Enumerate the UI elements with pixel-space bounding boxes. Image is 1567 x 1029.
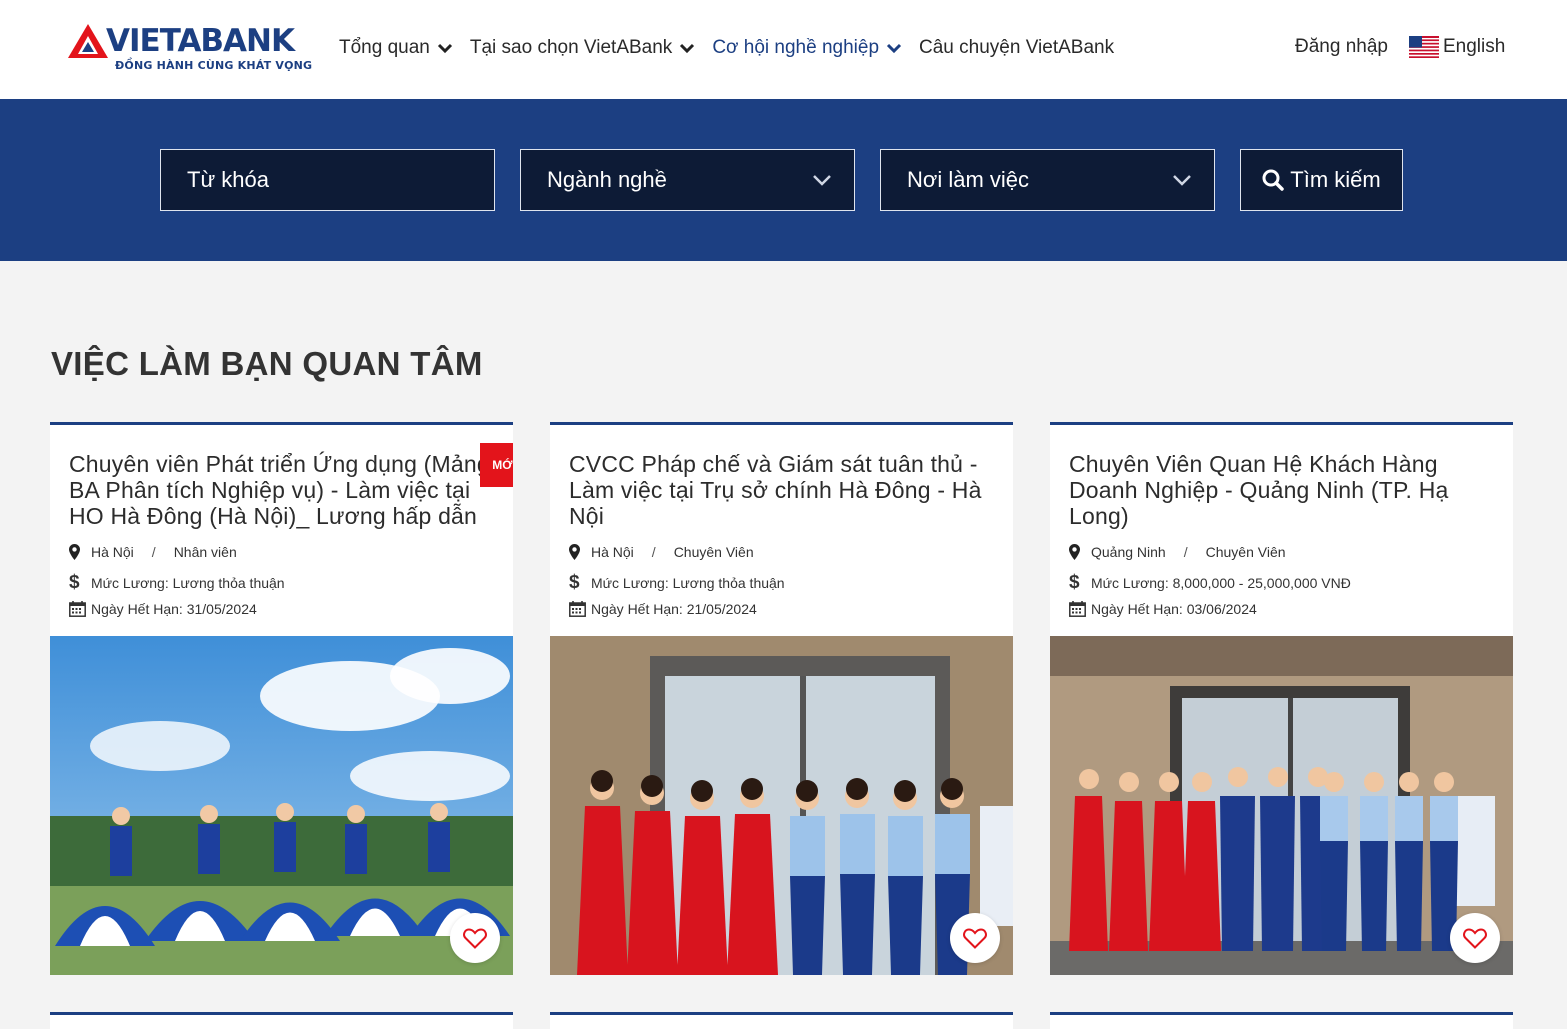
search-button-label: Tìm kiếm [1290, 167, 1381, 192]
map-pin-icon [569, 544, 580, 560]
job-card[interactable]: Chuyên Viên Quan Hệ Khách Hàng Doanh Ngh… [1050, 422, 1513, 975]
calendar-icon [1069, 601, 1086, 617]
job-location: Hà Nội [591, 544, 634, 560]
site-header: VIETABANK ĐỒNG HÀNH CÙNG KHÁT VỌNG Tổng … [0, 0, 1567, 99]
job-deadline-row: Ngày Hết Hạn: 03/06/2024 [1069, 601, 1257, 617]
job-title[interactable]: Chuyên Viên Quan Hệ Khách Hàng Doanh Ngh… [1069, 451, 1499, 529]
job-title[interactable]: Chuyên viên Phát triển Ứng dụng (Mảng BA… [69, 451, 499, 529]
job-photo-illustration [550, 636, 1013, 975]
nav-item-career-opportunities[interactable]: Cơ hội nghề nghiệp [712, 37, 902, 59]
job-deadline: Ngày Hết Hạn: 21/05/2024 [591, 601, 757, 617]
job-location-level: Hà Nội / Nhân viên [69, 544, 237, 560]
job-location-level: Hà Nội / Chuyên Viên [569, 544, 754, 560]
calendar-icon [569, 601, 586, 617]
nav-item-why-vietabank[interactable]: Tại sao chọn VietABank [470, 37, 695, 59]
nav-label: Tổng quan [339, 37, 430, 58]
job-card-partial[interactable] [1050, 1012, 1513, 1029]
job-deadline: Ngày Hết Hạn: 03/06/2024 [1091, 601, 1257, 617]
heart-icon [1463, 927, 1487, 949]
location-select[interactable]: Nơi làm việc [880, 149, 1215, 211]
job-title[interactable]: CVCC Pháp chế và Giám sát tuân thủ - Làm… [569, 451, 999, 529]
job-card[interactable]: CVCC Pháp chế và Giám sát tuân thủ - Làm… [550, 422, 1013, 975]
job-deadline-row: Ngày Hết Hạn: 31/05/2024 [69, 601, 257, 617]
new-badge: MỚI [480, 443, 513, 487]
job-salary-row: $ Mức Lương: 8,000,000 - 25,000,000 VNĐ [1069, 572, 1351, 594]
vietabank-logo-mark-icon [68, 24, 108, 58]
nav-item-overview[interactable]: Tổng quan [339, 37, 453, 59]
job-location-level: Quảng Ninh / Chuyên Viên [1069, 544, 1286, 560]
nav-item-vietabank-stories[interactable]: Câu chuyện VietABank [919, 37, 1114, 59]
main-nav: Tổng quan Tại sao chọn VietABank Cơ hội … [339, 34, 1131, 62]
job-location: Quảng Ninh [1091, 544, 1166, 560]
login-link[interactable]: Đăng nhập [1295, 36, 1388, 58]
job-photo[interactable] [1050, 636, 1513, 975]
favorite-button[interactable] [950, 913, 1000, 963]
chevron-down-icon [680, 43, 695, 53]
job-card[interactable]: Chuyên viên Phát triển Ứng dụng (Mảng BA… [50, 422, 513, 975]
job-photo-illustration [50, 636, 513, 975]
chevron-down-icon [1173, 175, 1191, 186]
job-deadline: Ngày Hết Hạn: 31/05/2024 [91, 601, 257, 617]
job-salary: Mức Lương: 8,000,000 - 25,000,000 VNĐ [1091, 575, 1351, 591]
job-level: Chuyên Viên [673, 544, 754, 560]
job-deadline-row: Ngày Hết Hạn: 21/05/2024 [569, 601, 757, 617]
logo-tagline: ĐỒNG HÀNH CÙNG KHÁT VỌNG [115, 59, 313, 72]
location-select-label: Nơi làm việc [907, 167, 1029, 192]
nav-label: Câu chuyện VietABank [919, 37, 1115, 58]
job-photo-illustration [1050, 636, 1513, 975]
heart-icon [463, 927, 487, 949]
chevron-down-icon [437, 43, 452, 53]
nav-label: Tại sao chọn VietABank [469, 37, 673, 58]
language-switcher[interactable]: English [1409, 36, 1505, 58]
job-salary: Mức Lương: Lương thỏa thuận [591, 575, 785, 591]
favorite-button[interactable] [1450, 913, 1500, 963]
logo-brand-text: VIETABANK [106, 23, 295, 59]
job-photo[interactable] [550, 636, 1013, 975]
us-flag-icon [1409, 36, 1439, 58]
industry-select[interactable]: Ngành nghề [520, 149, 855, 211]
search-button[interactable]: Tìm kiếm [1240, 149, 1403, 211]
job-level: Nhân viên [173, 544, 237, 560]
section-title: VIỆC LÀM BẠN QUAN TÂM [51, 345, 483, 382]
chevron-down-icon [813, 175, 831, 186]
heart-icon [963, 927, 987, 949]
dollar-icon: $ [69, 572, 80, 593]
map-pin-icon [1069, 544, 1080, 560]
language-label: English [1443, 36, 1506, 57]
nav-label: Cơ hội nghề nghiệp [712, 37, 880, 58]
search-icon [1262, 169, 1285, 191]
job-card-partial[interactable] [50, 1012, 513, 1029]
vietabank-logo[interactable]: VIETABANK ĐỒNG HÀNH CÙNG KHÁT VỌNG [68, 22, 312, 76]
chevron-down-icon [886, 43, 902, 53]
job-salary-row: $ Mức Lương: Lương thỏa thuận [69, 572, 285, 594]
dollar-icon: $ [569, 572, 580, 593]
job-search-bar: Ngành nghề Nơi làm việc Tìm kiếm [0, 99, 1567, 261]
job-photo[interactable] [50, 636, 513, 975]
keyword-field[interactable] [160, 149, 495, 211]
dollar-icon: $ [1069, 572, 1080, 593]
map-pin-icon [69, 544, 80, 560]
keyword-input[interactable] [187, 167, 477, 193]
job-salary-row: $ Mức Lương: Lương thỏa thuận [569, 572, 785, 594]
job-level: Chuyên Viên [1205, 544, 1286, 560]
job-salary: Mức Lương: Lương thỏa thuận [91, 575, 285, 591]
industry-select-label: Ngành nghề [547, 167, 667, 192]
job-location: Hà Nội [91, 544, 134, 560]
job-card-partial[interactable] [550, 1012, 1013, 1029]
favorite-button[interactable] [450, 913, 500, 963]
calendar-icon [69, 601, 86, 617]
